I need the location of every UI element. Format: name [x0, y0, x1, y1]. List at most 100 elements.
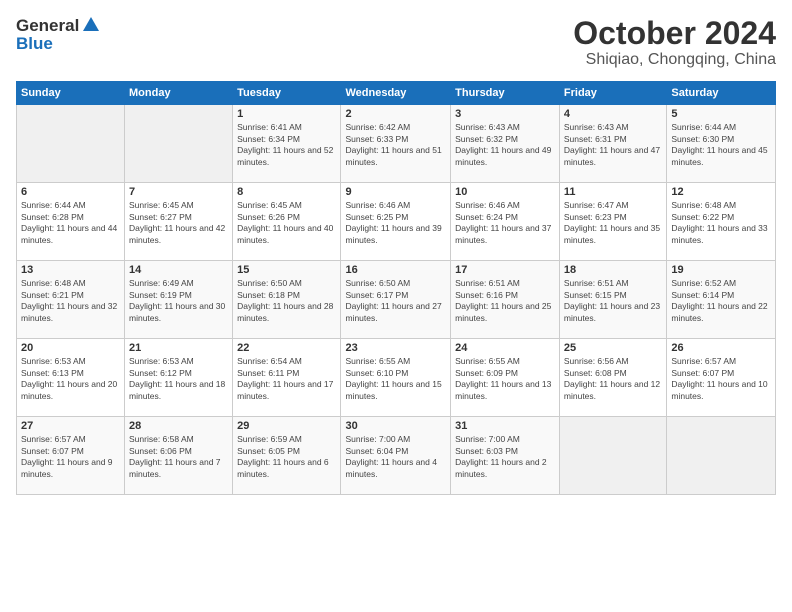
day-number: 25 [564, 342, 662, 354]
day-info: Sunrise: 6:52 AMSunset: 6:14 PMDaylight:… [671, 278, 771, 324]
calendar-cell: 23Sunrise: 6:55 AMSunset: 6:10 PMDayligh… [341, 339, 451, 417]
calendar-cell: 31 Sunrise: 7:00 AMSunset: 6:03 PMDayligh… [451, 417, 560, 495]
calendar-cell [17, 105, 125, 183]
day-number: 19 [671, 264, 771, 276]
calendar-cell: 10 Sunrise: 6:46 AMSunset: 6:24 PMDayligh… [451, 183, 560, 261]
calendar-cell: 8 Sunrise: 6:45 AMSunset: 6:26 PMDaylight… [233, 183, 341, 261]
calendar-cell: 27 Sunrise: 6:57 AMSunset: 6:07 PMDayligh… [17, 417, 125, 495]
col-monday: Monday [125, 82, 233, 105]
col-tuesday: Tuesday [233, 82, 341, 105]
day-info: Sunrise: 6:55 AMSunset: 6:09 PMDaylight:… [455, 356, 555, 402]
col-wednesday: Wednesday [341, 82, 451, 105]
calendar-cell: 5 Sunrise: 6:44 AMSunset: 6:30 PMDaylight… [667, 105, 776, 183]
day-info: Sunrise: 6:53 AMSunset: 6:12 PMDaylight:… [129, 356, 228, 402]
col-friday: Friday [559, 82, 666, 105]
day-number: 4 [564, 108, 662, 120]
day-number: 31 [455, 420, 555, 432]
day-info: Sunrise: 6:51 AMSunset: 6:15 PMDaylight:… [564, 278, 662, 324]
day-number: 11 [564, 186, 662, 198]
day-info: Sunrise: 6:44 AMSunset: 6:28 PMDaylight:… [21, 200, 120, 246]
day-number: 29 [237, 420, 336, 432]
calendar-cell: 15 Sunrise: 6:50 AMSunset: 6:18 PMDayligh… [233, 261, 341, 339]
calendar-cell: 29 Sunrise: 6:59 AMSunset: 6:05 PMDayligh… [233, 417, 341, 495]
day-number: 8 [237, 186, 336, 198]
day-number: 15 [237, 264, 336, 276]
month-title: October 2024 [573, 16, 776, 51]
day-number: 21 [129, 342, 228, 354]
day-number: 9 [345, 186, 446, 198]
calendar-cell: 2 Sunrise: 6:42 AMSunset: 6:33 PMDaylight… [341, 105, 451, 183]
calendar-cell: 6Sunrise: 6:44 AMSunset: 6:28 PMDaylight… [17, 183, 125, 261]
calendar-cell: 20Sunrise: 6:53 AMSunset: 6:13 PMDayligh… [17, 339, 125, 417]
calendar-week-1: 1 Sunrise: 6:41 AMSunset: 6:34 PMDaylight… [17, 105, 776, 183]
calendar-cell: 25 Sunrise: 6:56 AMSunset: 6:08 PMDayligh… [559, 339, 666, 417]
calendar-cell: 26 Sunrise: 6:57 AMSunset: 6:07 PMDayligh… [667, 339, 776, 417]
day-number: 18 [564, 264, 662, 276]
calendar-cell: 19 Sunrise: 6:52 AMSunset: 6:14 PMDayligh… [667, 261, 776, 339]
day-number: 22 [237, 342, 336, 354]
day-info: Sunrise: 6:45 AMSunset: 6:27 PMDaylight:… [129, 200, 228, 246]
day-number: 14 [129, 264, 228, 276]
calendar-week-4: 20Sunrise: 6:53 AMSunset: 6:13 PMDayligh… [17, 339, 776, 417]
calendar-week-5: 27 Sunrise: 6:57 AMSunset: 6:07 PMDayligh… [17, 417, 776, 495]
day-info: Sunrise: 6:45 AMSunset: 6:26 PMDaylight:… [237, 200, 336, 246]
calendar-cell: 12 Sunrise: 6:48 AMSunset: 6:22 PMDayligh… [667, 183, 776, 261]
day-info: Sunrise: 6:46 AMSunset: 6:24 PMDaylight:… [455, 200, 555, 246]
day-number: 24 [455, 342, 555, 354]
day-number: 12 [671, 186, 771, 198]
day-number: 27 [21, 420, 120, 432]
day-info: Sunrise: 6:43 AMSunset: 6:32 PMDaylight:… [455, 122, 555, 168]
day-number: 17 [455, 264, 555, 276]
day-info: Sunrise: 6:57 AMSunset: 6:07 PMDaylight:… [671, 356, 771, 402]
location-subtitle: Shiqiao, Chongqing, China [573, 51, 776, 69]
header-row: Sunday Monday Tuesday Wednesday Thursday… [17, 82, 776, 105]
day-info: Sunrise: 6:49 AMSunset: 6:19 PMDaylight:… [129, 278, 228, 324]
day-number: 30 [345, 420, 446, 432]
day-info: Sunrise: 6:50 AMSunset: 6:18 PMDaylight:… [237, 278, 336, 324]
day-info: Sunrise: 6:55 AMSunset: 6:10 PMDaylight:… [345, 356, 446, 402]
day-number: 1 [237, 108, 336, 120]
day-number: 10 [455, 186, 555, 198]
logo: General Blue [16, 16, 99, 54]
calendar-body: 1 Sunrise: 6:41 AMSunset: 6:34 PMDaylight… [17, 105, 776, 495]
day-info: Sunrise: 6:54 AMSunset: 6:11 PMDaylight:… [237, 356, 336, 402]
calendar-cell: 7Sunrise: 6:45 AMSunset: 6:27 PMDaylight… [125, 183, 233, 261]
title-block: October 2024 Shiqiao, Chongqing, China [573, 16, 776, 69]
calendar-cell: 3Sunrise: 6:43 AMSunset: 6:32 PMDaylight… [451, 105, 560, 183]
day-info: Sunrise: 6:59 AMSunset: 6:05 PMDaylight:… [237, 434, 336, 480]
calendar-week-2: 6Sunrise: 6:44 AMSunset: 6:28 PMDaylight… [17, 183, 776, 261]
day-number: 16 [345, 264, 446, 276]
calendar-cell: 14 Sunrise: 6:49 AMSunset: 6:19 PMDayligh… [125, 261, 233, 339]
calendar-header: Sunday Monday Tuesday Wednesday Thursday… [17, 82, 776, 105]
day-info: Sunrise: 6:57 AMSunset: 6:07 PMDaylight:… [21, 434, 120, 480]
day-info: Sunrise: 6:58 AMSunset: 6:06 PMDaylight:… [129, 434, 228, 480]
day-number: 26 [671, 342, 771, 354]
calendar-cell: 30 Sunrise: 7:00 AMSunset: 6:04 PMDayligh… [341, 417, 451, 495]
day-number: 5 [671, 108, 771, 120]
day-info: Sunrise: 6:41 AMSunset: 6:34 PMDaylight:… [237, 122, 336, 168]
day-info: Sunrise: 6:42 AMSunset: 6:33 PMDaylight:… [345, 122, 446, 168]
calendar-cell: 17 Sunrise: 6:51 AMSunset: 6:16 PMDayligh… [451, 261, 560, 339]
calendar-cell: 9Sunrise: 6:46 AMSunset: 6:25 PMDaylight… [341, 183, 451, 261]
calendar-cell: 16Sunrise: 6:50 AMSunset: 6:17 PMDayligh… [341, 261, 451, 339]
day-number: 28 [129, 420, 228, 432]
day-info: Sunrise: 6:56 AMSunset: 6:08 PMDaylight:… [564, 356, 662, 402]
calendar-cell: 13Sunrise: 6:48 AMSunset: 6:21 PMDayligh… [17, 261, 125, 339]
day-info: Sunrise: 7:00 AMSunset: 6:04 PMDaylight:… [345, 434, 446, 480]
day-info: Sunrise: 6:44 AMSunset: 6:30 PMDaylight:… [671, 122, 771, 168]
calendar-cell: 1 Sunrise: 6:41 AMSunset: 6:34 PMDaylight… [233, 105, 341, 183]
day-info: Sunrise: 6:47 AMSunset: 6:23 PMDaylight:… [564, 200, 662, 246]
calendar-cell: 18 Sunrise: 6:51 AMSunset: 6:15 PMDayligh… [559, 261, 666, 339]
day-info: Sunrise: 6:51 AMSunset: 6:16 PMDaylight:… [455, 278, 555, 324]
day-info: Sunrise: 7:00 AMSunset: 6:03 PMDaylight:… [455, 434, 555, 480]
calendar-cell: 21 Sunrise: 6:53 AMSunset: 6:12 PMDayligh… [125, 339, 233, 417]
col-sunday: Sunday [17, 82, 125, 105]
calendar-cell: 24 Sunrise: 6:55 AMSunset: 6:09 PMDayligh… [451, 339, 560, 417]
col-saturday: Saturday [667, 82, 776, 105]
calendar-cell: 11 Sunrise: 6:47 AMSunset: 6:23 PMDayligh… [559, 183, 666, 261]
calendar-cell [667, 417, 776, 495]
calendar-week-3: 13Sunrise: 6:48 AMSunset: 6:21 PMDayligh… [17, 261, 776, 339]
day-info: Sunrise: 6:48 AMSunset: 6:22 PMDaylight:… [671, 200, 771, 246]
col-thursday: Thursday [451, 82, 560, 105]
day-number: 2 [345, 108, 446, 120]
